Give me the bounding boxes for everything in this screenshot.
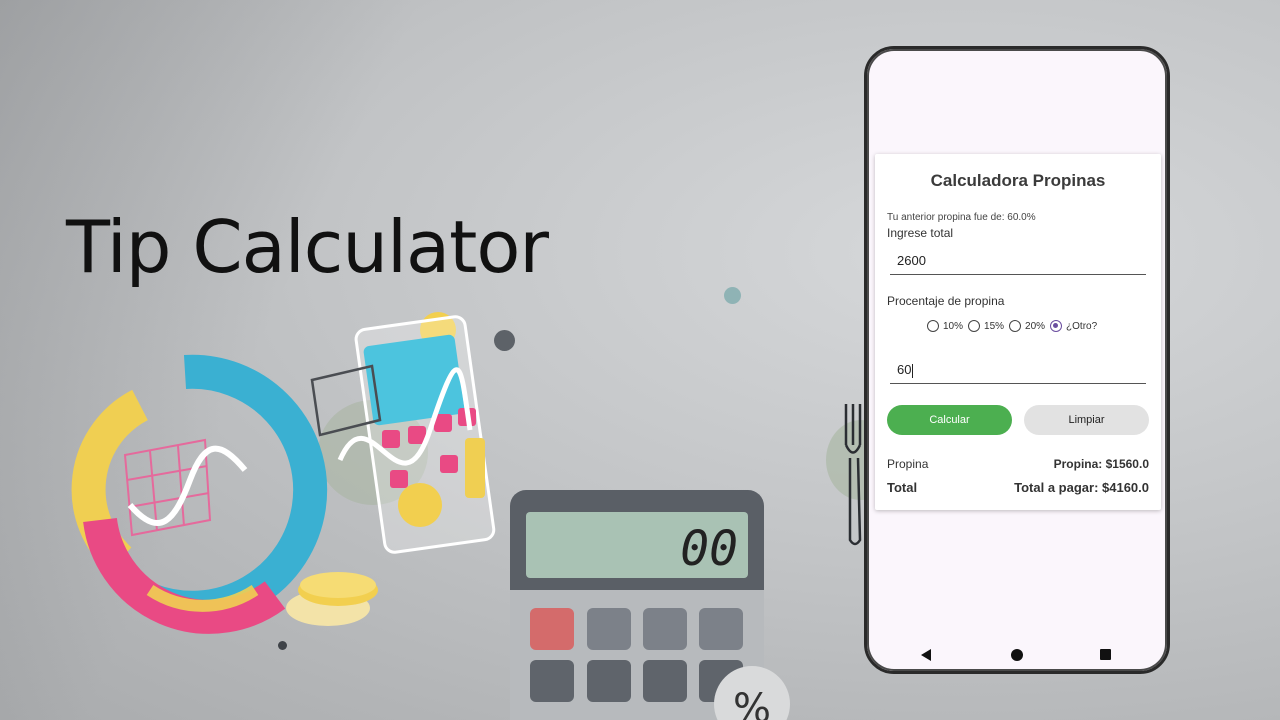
text-cursor <box>912 363 914 378</box>
app-title: Calculadora Propinas <box>930 171 1106 190</box>
recents-nav-icon[interactable] <box>1100 649 1111 660</box>
radio-20[interactable]: 20% <box>1009 320 1045 332</box>
radio-label: 10% <box>943 320 964 332</box>
android-nav-bar <box>867 643 1167 665</box>
back-nav-icon[interactable] <box>921 649 931 661</box>
home-nav-icon[interactable] <box>1011 649 1023 661</box>
clear-button[interactable]: Limpiar <box>1024 405 1149 435</box>
percent-symbol: % <box>733 686 771 720</box>
tip-result-row: Propina Propina: $1560.0 <box>887 457 1149 471</box>
calculate-button[interactable]: Calcular <box>887 405 1012 435</box>
radio-selected-icon <box>1050 320 1063 332</box>
total-label: Ingrese total <box>887 226 954 240</box>
percent-label: Procentaje de propina <box>887 294 1005 308</box>
calculator-card-art <box>310 315 496 554</box>
tip-label: Propina <box>887 457 929 471</box>
tip-result: Propina: $1560.0 <box>1053 457 1149 471</box>
radio-label: 20% <box>1025 320 1046 332</box>
radio-other[interactable]: ¿Otro? <box>1050 320 1097 332</box>
custom-percent-value: 60 <box>897 362 912 377</box>
radio-circle-icon <box>927 320 939 332</box>
previous-tip-text: Tu anterior propina fue de: 60.0% <box>887 212 1036 223</box>
radio-circle-icon <box>968 320 981 332</box>
custom-percent-input[interactable]: 60 <box>890 362 1146 384</box>
total-input[interactable]: 2600 <box>890 253 1146 275</box>
calculator-card: Calculadora Propinas Tu anterior propina… <box>875 154 1161 510</box>
fork-icon <box>844 404 862 546</box>
total-result-row: Total Total a pagar: $4160.0 <box>887 480 1149 495</box>
total-result: Total a pagar: $4160.0 <box>1014 480 1149 495</box>
radio-15[interactable]: 15% <box>968 320 1004 332</box>
radio-label: ¿Otro? <box>1066 320 1098 332</box>
total-input-value: 2600 <box>897 253 926 268</box>
radio-10[interactable]: 10% <box>927 320 963 332</box>
radio-circle-icon <box>1009 320 1022 332</box>
calculator-display: 00 <box>680 521 738 577</box>
radio-label: 15% <box>984 320 1005 332</box>
tip-percent-radio-group: 10% 15% 20% ¿Otro? <box>927 320 1102 332</box>
total-result-label: Total <box>887 480 918 495</box>
phone-mockup: Calculadora Propinas Tu anterior propina… <box>864 46 1170 674</box>
donut-chart-art <box>71 354 328 634</box>
